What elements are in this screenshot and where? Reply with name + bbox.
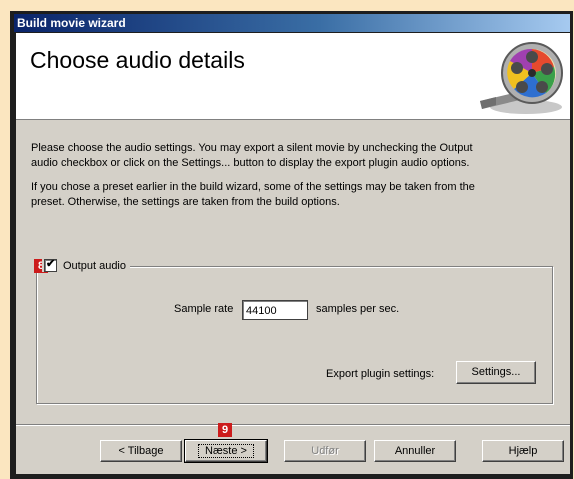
settings-button[interactable]: Settings... bbox=[456, 361, 536, 384]
description-paragraph-2: If you chose a preset earlier in the bui… bbox=[31, 180, 561, 210]
film-reel-icon bbox=[480, 42, 563, 114]
description-line: preset. Otherwise, the settings are take… bbox=[31, 196, 340, 208]
next-button-label: Næste > bbox=[198, 444, 254, 458]
description-paragraph-1: Please choose the audio settings. You ma… bbox=[31, 141, 561, 171]
window-titlebar[interactable]: Build movie wizard bbox=[14, 14, 570, 32]
finish-button[interactable]: Udfør bbox=[284, 440, 366, 462]
button-separator bbox=[16, 424, 570, 426]
checkmark-icon: ✔ bbox=[46, 258, 56, 270]
step-badge: 9 bbox=[218, 423, 232, 437]
window-title: Build movie wizard bbox=[17, 16, 126, 30]
back-button[interactable]: < Tilbage bbox=[100, 440, 182, 462]
output-audio-checkbox-row[interactable]: ✔ Output audio bbox=[42, 258, 130, 272]
sample-rate-input[interactable]: 44100 bbox=[242, 300, 308, 320]
wizard-header: Choose audio details bbox=[16, 33, 570, 120]
help-button[interactable]: Hjælp bbox=[482, 440, 564, 462]
cancel-button[interactable]: Annuller bbox=[374, 440, 456, 462]
sample-rate-unit: samples per sec. bbox=[316, 303, 400, 315]
output-audio-checkbox[interactable]: ✔ bbox=[44, 258, 57, 272]
description-line: If you chose a preset earlier in the bui… bbox=[31, 181, 475, 193]
output-audio-label: Output audio bbox=[63, 259, 126, 272]
next-button[interactable]: Næste > bbox=[184, 439, 268, 463]
description-line: audio checkbox or click on the Settings.… bbox=[31, 157, 470, 169]
export-plugin-label: Export plugin settings: bbox=[326, 368, 435, 380]
page-title: Choose audio details bbox=[30, 47, 245, 73]
sample-rate-label: Sample rate bbox=[174, 303, 234, 315]
description-line: Please choose the audio settings. You ma… bbox=[31, 142, 473, 154]
wizard-body: Please choose the audio settings. You ma… bbox=[16, 120, 570, 474]
